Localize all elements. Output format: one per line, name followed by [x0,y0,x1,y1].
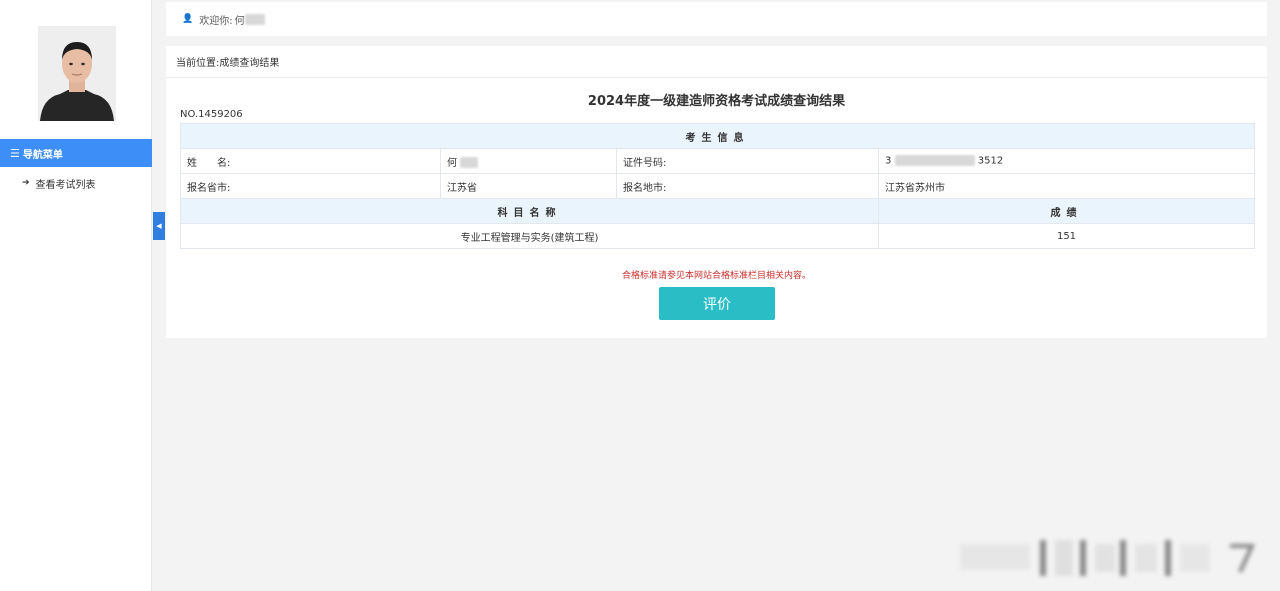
evaluate-button[interactable]: 评价 [659,287,775,320]
sidebar: ☰ 导航菜单 ➔ 查看考试列表 [0,0,152,591]
subject-name: 专业工程管理与实务(建筑工程) [180,223,879,249]
menu-icon: ☰ [10,146,20,160]
page-title: 2024年度一级建造师资格考试成绩查询结果 [587,94,846,109]
sidebar-item-exam-list[interactable]: ➔ 查看考试列表 [22,176,96,191]
sidebar-collapse-toggle[interactable]: ◀ [153,212,165,240]
result-panel: 当前位置: 成绩查询结果 2024年度一级建造师资格考试成绩查询结果 NO.14… [166,46,1267,338]
serial-number: NO.1459206 [180,109,243,120]
sign-in-icon: ➔ [22,178,30,188]
value-id-cell: 3 3512 [878,148,1255,174]
subject-score: 151 [878,223,1255,249]
nav-menu-title: 导航菜单 [22,149,63,161]
value-id-prefix: 3 [885,155,892,167]
redacted-text [244,13,265,25]
redacted-text [460,157,479,168]
label-id-number: 证件号码: [616,148,879,174]
score-table: 考生信息 姓 名: 何 证件号码: 3 3512 报名省市: 江苏省 报名地市:… [180,123,1255,249]
candidate-photo [38,26,116,121]
label-province: 报名省市: [180,173,441,199]
score-header: 成绩 [878,198,1255,224]
value-id-suffix: 3512 [977,155,1004,167]
value-name-cell: 何 [440,148,617,174]
breadcrumb: 当前位置: 成绩查询结果 [166,46,1267,78]
breadcrumb-current: 成绩查询结果 [219,58,280,69]
welcome-text: 欢迎你: [199,15,233,27]
caret-left-icon: ◀ [156,222,162,230]
value-city: 江苏省苏州市 [878,173,1255,199]
nav-menu-header[interactable]: ☰ 导航菜单 [0,139,152,167]
user-name: 何 [234,15,245,27]
value-province: 江苏省 [440,173,617,199]
section-header: 考生信息 [180,123,1255,149]
redacted-text [894,155,975,167]
label-name: 姓 名: [180,148,441,174]
watermark-logo [960,540,1256,576]
top-bar: 👤 欢迎你: 何 [166,2,1267,36]
breadcrumb-prefix: 当前位置: [176,58,220,69]
pass-standard-note: 合格标准请参见本网站合格标准栏目相关内容。 [621,271,811,281]
sidebar-item-label: 查看考试列表 [35,179,96,191]
user-icon: 👤 [182,14,194,24]
label-city: 报名地市: [616,173,879,199]
subject-header: 科目名称 [180,198,879,224]
value-name: 何 [447,157,457,169]
